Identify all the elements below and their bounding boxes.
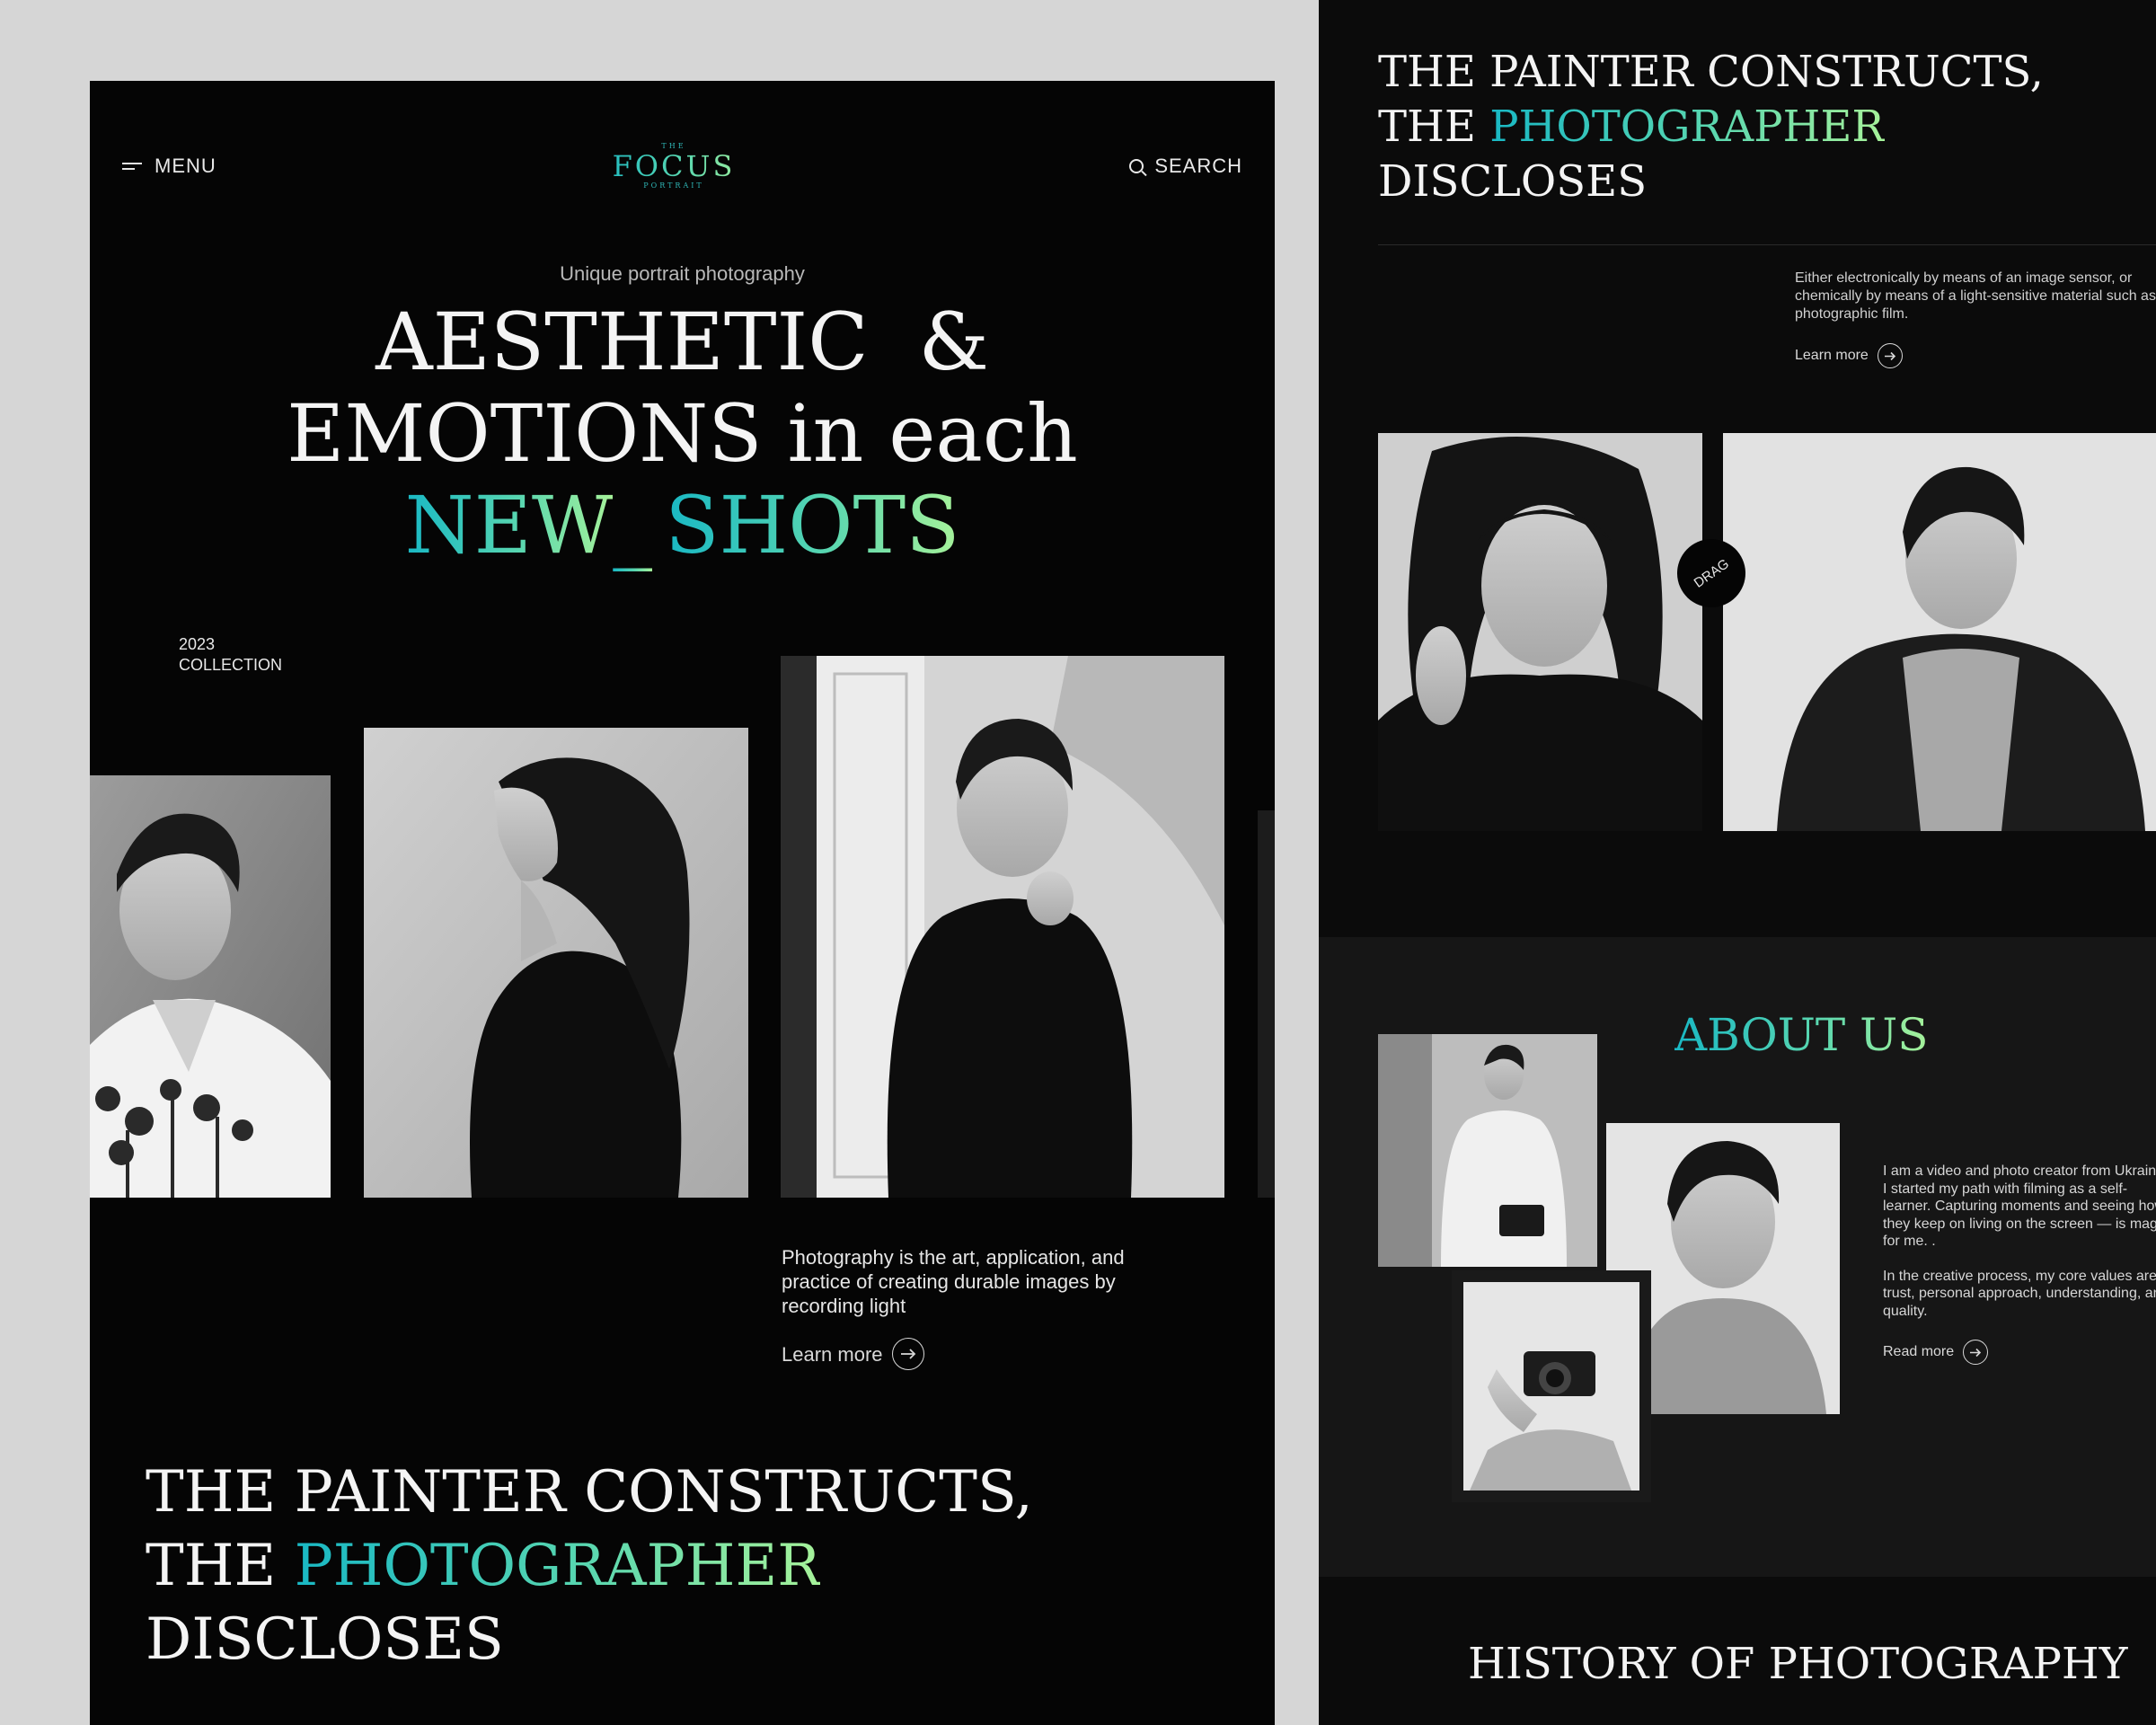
right-learn-more-link[interactable]: Learn more — [1795, 343, 2156, 368]
about-paragraph-2: In the creative process, my core values … — [1883, 1268, 2156, 1319]
portrait-illustration — [1378, 1034, 1597, 1267]
menu-button[interactable]: MENU — [122, 155, 216, 178]
intro-block: Photography is the art, application, and… — [782, 1245, 1177, 1370]
site-logo[interactable]: THE FOCUS PORTRAIT — [593, 142, 755, 190]
portrait-illustration — [90, 775, 331, 1198]
portrait-illustration — [1723, 433, 2156, 831]
portrait-illustration — [364, 728, 748, 1198]
about-title: ABOUT US — [1674, 1009, 1929, 1061]
portrait-illustration — [1378, 433, 1702, 831]
hero-subtitle: Unique portrait photography — [560, 262, 805, 285]
painter-heading-right: THE PAINTER CONSTRUCTS, THE PHOTOGRAPHER… — [1378, 45, 2044, 209]
hero-line-1: AESTHETIC & — [376, 296, 989, 388]
hero-accent-underscore: _ — [613, 479, 653, 571]
drag-label: DRAG — [1691, 555, 1732, 591]
painter-line-2-prefix: THE — [146, 1533, 277, 1599]
about-photo-camera-hands[interactable] — [1452, 1270, 1651, 1502]
learn-more-link[interactable]: Learn more — [782, 1338, 1177, 1370]
painter-line-2: THE PHOTOGRAPHER — [146, 1529, 1033, 1603]
hero-accent-shots: SHOTS — [665, 479, 960, 571]
painter-heading: THE PAINTER CONSTRUCTS, THE PHOTOGRAPHER… — [146, 1455, 1033, 1676]
about-photo-man-camera-street[interactable] — [1378, 1034, 1597, 1267]
search-button[interactable]: SEARCH — [1129, 155, 1242, 178]
painter-right-accent-word: PHOTOGRAPHER — [1489, 102, 1885, 152]
gallery-photo-partial[interactable] — [1258, 810, 1275, 1198]
slider-photo-woman[interactable] — [1378, 433, 1702, 831]
hero-line-3: NEW_ SHOTS — [90, 480, 1275, 571]
hero-accent-new: NEW — [404, 479, 614, 571]
gallery-photo-woman-profile[interactable] — [364, 728, 748, 1198]
painter-right-line-2: THE PHOTOGRAPHER — [1378, 100, 2044, 155]
menu-label: MENU — [155, 155, 216, 177]
arrow-right-circle-icon — [1877, 343, 1903, 368]
intro-text: Photography is the art, application, and… — [782, 1246, 1125, 1317]
hero-line-2: EMOTIONS in each — [287, 387, 1078, 480]
logo-main-text: FOCUS — [593, 151, 755, 181]
painter-line-1: THE PAINTER CONSTRUCTS, — [146, 1459, 1033, 1526]
arrow-right-circle-icon — [1963, 1340, 1989, 1365]
gallery-photo-man-black-sweater[interactable] — [781, 656, 1224, 1198]
read-more-label: Read more — [1883, 1344, 1955, 1360]
painter-line-3: DISCLOSES — [146, 1606, 504, 1673]
portrait-illustration — [781, 656, 1224, 1198]
slider-photo-man-leather-jacket[interactable] — [1723, 433, 2156, 831]
section-divider — [1378, 244, 2156, 245]
right-intro-block: Either electronically by means of an ima… — [1795, 270, 2156, 368]
scrolled-page-panel: THE PAINTER CONSTRUCTS, THE PHOTOGRAPHER… — [1319, 0, 2156, 1725]
history-heading: HISTORY OF PHOTOGRAPHY — [1468, 1639, 2128, 1689]
search-icon — [1129, 159, 1144, 173]
search-label: SEARCH — [1154, 155, 1242, 177]
collection-year: 2023 — [179, 635, 216, 653]
painter-right-line-3: DISCLOSES — [1378, 156, 1648, 207]
hamburger-icon — [122, 161, 142, 172]
learn-more-label: Learn more — [782, 1342, 883, 1366]
home-page-panel: MENU THE FOCUS PORTRAIT SEARCH Unique po… — [90, 81, 1275, 1725]
right-intro-text: Either electronically by means of an ima… — [1795, 270, 2156, 322]
about-text-block: I am a video and photo creator from Ukra… — [1883, 1163, 2156, 1365]
portrait-illustration — [1452, 1270, 1651, 1502]
painter-right-line-2-prefix: THE — [1378, 102, 1476, 152]
read-more-link[interactable]: Read more — [1883, 1340, 2156, 1365]
painter-right-line-1: THE PAINTER CONSTRUCTS, — [1378, 47, 2044, 97]
right-learn-more-label: Learn more — [1795, 348, 1869, 363]
about-paragraph-1: I am a video and photo creator from Ukra… — [1883, 1163, 2156, 1249]
arrow-right-circle-icon — [891, 1338, 924, 1370]
hero-heading: AESTHETIC & EMOTIONS in each NEW_ SHOTS — [90, 296, 1275, 571]
painter-accent-word: PHOTOGRAPHER — [294, 1533, 821, 1599]
gallery-photo-man-white-jacket[interactable] — [90, 775, 331, 1198]
collection-text: COLLECTION — [179, 656, 283, 674]
collection-label: 2023 COLLECTION — [179, 634, 282, 676]
